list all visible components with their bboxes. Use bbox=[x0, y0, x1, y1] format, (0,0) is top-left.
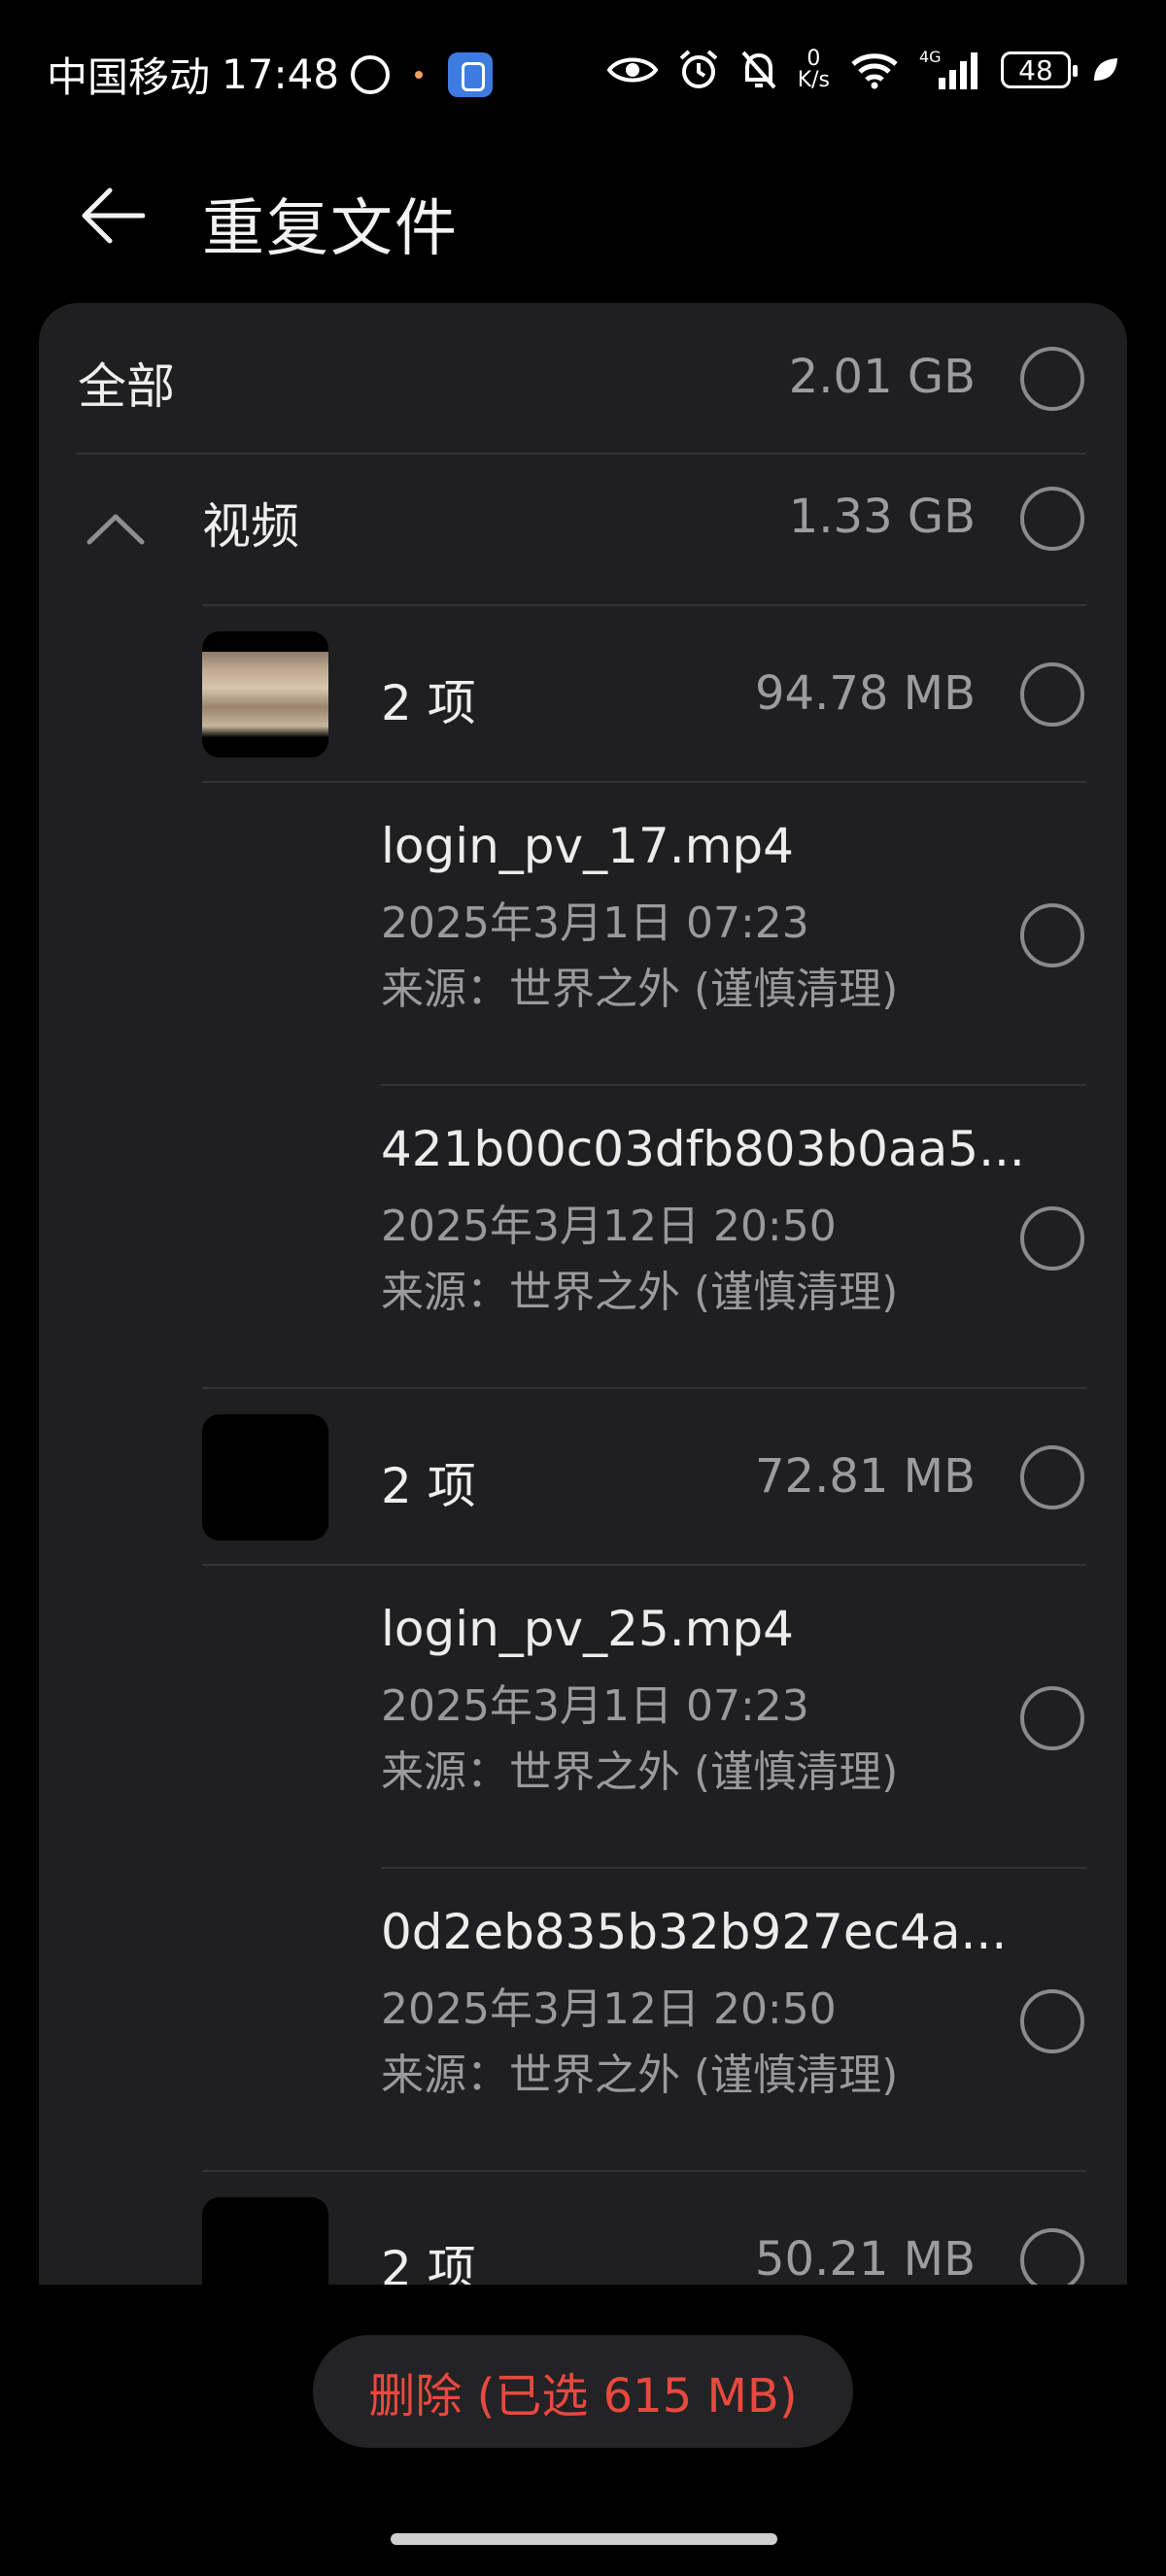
power-saving-leaf-icon bbox=[1094, 58, 1117, 81]
delete-button[interactable]: 删除 (已选 615 MB) bbox=[313, 2335, 853, 2448]
select-group-radio[interactable] bbox=[1020, 2228, 1084, 2285]
home-indicator[interactable] bbox=[391, 2533, 777, 2545]
alarm-icon bbox=[679, 50, 718, 88]
file-date: 2025年3月1日 07:23 bbox=[381, 898, 809, 948]
duplicate-group-row[interactable]: 2 项 72.81 MB bbox=[39, 1389, 1127, 1566]
all-label: 全部 bbox=[78, 358, 175, 415]
duplicate-group-row[interactable]: 2 项 94.78 MB bbox=[39, 606, 1127, 783]
file-date: 2025年3月1日 07:23 bbox=[381, 1681, 809, 1731]
back-arrow-icon bbox=[82, 187, 145, 244]
file-name: login_pv_25.mp4 bbox=[381, 1601, 794, 1657]
app-notification-icon bbox=[448, 51, 494, 97]
group-size: 50.21 MB bbox=[754, 2232, 976, 2285]
group-size: 72.81 MB bbox=[754, 1449, 976, 1504]
file-name: 0d2eb835b32b927ec4a... bbox=[381, 1904, 1008, 1960]
back-button[interactable] bbox=[74, 177, 152, 254]
select-file-radio[interactable] bbox=[1020, 1686, 1084, 1750]
notification-dot-icon bbox=[415, 70, 424, 79]
file-name: 421b00c03dfb803b0aa5... bbox=[381, 1121, 1025, 1177]
file-source: 来源：世界之外 (谨慎清理) bbox=[381, 1747, 899, 1797]
select-video-radio[interactable] bbox=[1020, 487, 1084, 551]
video-thumbnail bbox=[202, 2197, 328, 2285]
all-size: 2.01 GB bbox=[788, 350, 976, 404]
file-source: 来源：世界之外 (谨慎清理) bbox=[381, 965, 899, 1014]
app-header: 重复文件 bbox=[0, 155, 1166, 272]
network-type-label: 4G bbox=[919, 49, 942, 66]
duplicate-group-row[interactable]: 2 项 50.21 MB bbox=[39, 2172, 1127, 2285]
select-file-radio[interactable] bbox=[1020, 1206, 1084, 1271]
file-row[interactable]: login_pv_17.mp4 2025年3月1日 07:23 来源：世界之外 … bbox=[39, 783, 1127, 1086]
net-speed-unit: K/s bbox=[797, 68, 830, 92]
file-name: login_pv_17.mp4 bbox=[381, 818, 794, 874]
video-label: 视频 bbox=[202, 498, 299, 555]
select-all-row[interactable]: 全部 2.01 GB bbox=[39, 303, 1127, 455]
group-count: 2 项 bbox=[381, 2241, 476, 2285]
carrier-label: 中国移动 bbox=[47, 53, 211, 101]
group-count: 2 项 bbox=[381, 675, 476, 731]
group-count: 2 项 bbox=[381, 1458, 476, 1514]
clock: 17:48 bbox=[222, 51, 340, 98]
data-saver-icon bbox=[351, 54, 391, 94]
file-source: 来源：世界之外 (谨慎清理) bbox=[381, 1268, 899, 1317]
select-file-radio[interactable] bbox=[1020, 1989, 1084, 2053]
select-all-radio[interactable] bbox=[1020, 347, 1084, 411]
network-speed: 0 K/s bbox=[798, 49, 830, 91]
eye-icon bbox=[606, 57, 658, 83]
group-size: 94.78 MB bbox=[754, 666, 976, 721]
video-thumbnail bbox=[202, 631, 328, 758]
signal-icon: 4G bbox=[919, 49, 977, 89]
net-speed-value: 0 bbox=[806, 47, 821, 71]
video-size: 1.33 GB bbox=[788, 490, 976, 544]
video-thumbnail bbox=[202, 1414, 328, 1541]
mute-bell-icon bbox=[741, 51, 776, 89]
page-title: 重复文件 bbox=[202, 193, 459, 265]
battery-level: 48 bbox=[1018, 53, 1053, 86]
select-group-radio[interactable] bbox=[1020, 662, 1084, 727]
file-source: 来源：世界之外 (谨慎清理) bbox=[381, 2051, 899, 2100]
bottom-action-bar: 删除 (已选 615 MB) bbox=[0, 2285, 1166, 2576]
battery-indicator: 48 bbox=[1001, 51, 1078, 88]
chevron-up-icon[interactable] bbox=[86, 511, 146, 546]
video-section-row[interactable]: 视频 1.33 GB bbox=[39, 455, 1127, 606]
file-row[interactable]: 421b00c03dfb803b0aa5... 2025年3月12日 20:50… bbox=[39, 1086, 1127, 1389]
file-row[interactable]: login_pv_25.mp4 2025年3月1日 07:23 来源：世界之外 … bbox=[39, 1566, 1127, 1869]
file-date: 2025年3月12日 20:50 bbox=[381, 1202, 837, 1251]
file-date: 2025年3月12日 20:50 bbox=[381, 1984, 837, 2034]
wifi-icon bbox=[851, 53, 898, 89]
duplicate-files-list: 全部 2.01 GB 视频 1.33 GB 2 项 94.78 MB login… bbox=[39, 303, 1127, 2285]
status-bar: 中国移动 17:48 0 K/s 4G 48 bbox=[0, 0, 1166, 146]
select-file-radio[interactable] bbox=[1020, 903, 1084, 967]
file-row[interactable]: 0d2eb835b32b927ec4a... 2025年3月12日 20:50 … bbox=[39, 1869, 1127, 2172]
select-group-radio[interactable] bbox=[1020, 1445, 1084, 1509]
